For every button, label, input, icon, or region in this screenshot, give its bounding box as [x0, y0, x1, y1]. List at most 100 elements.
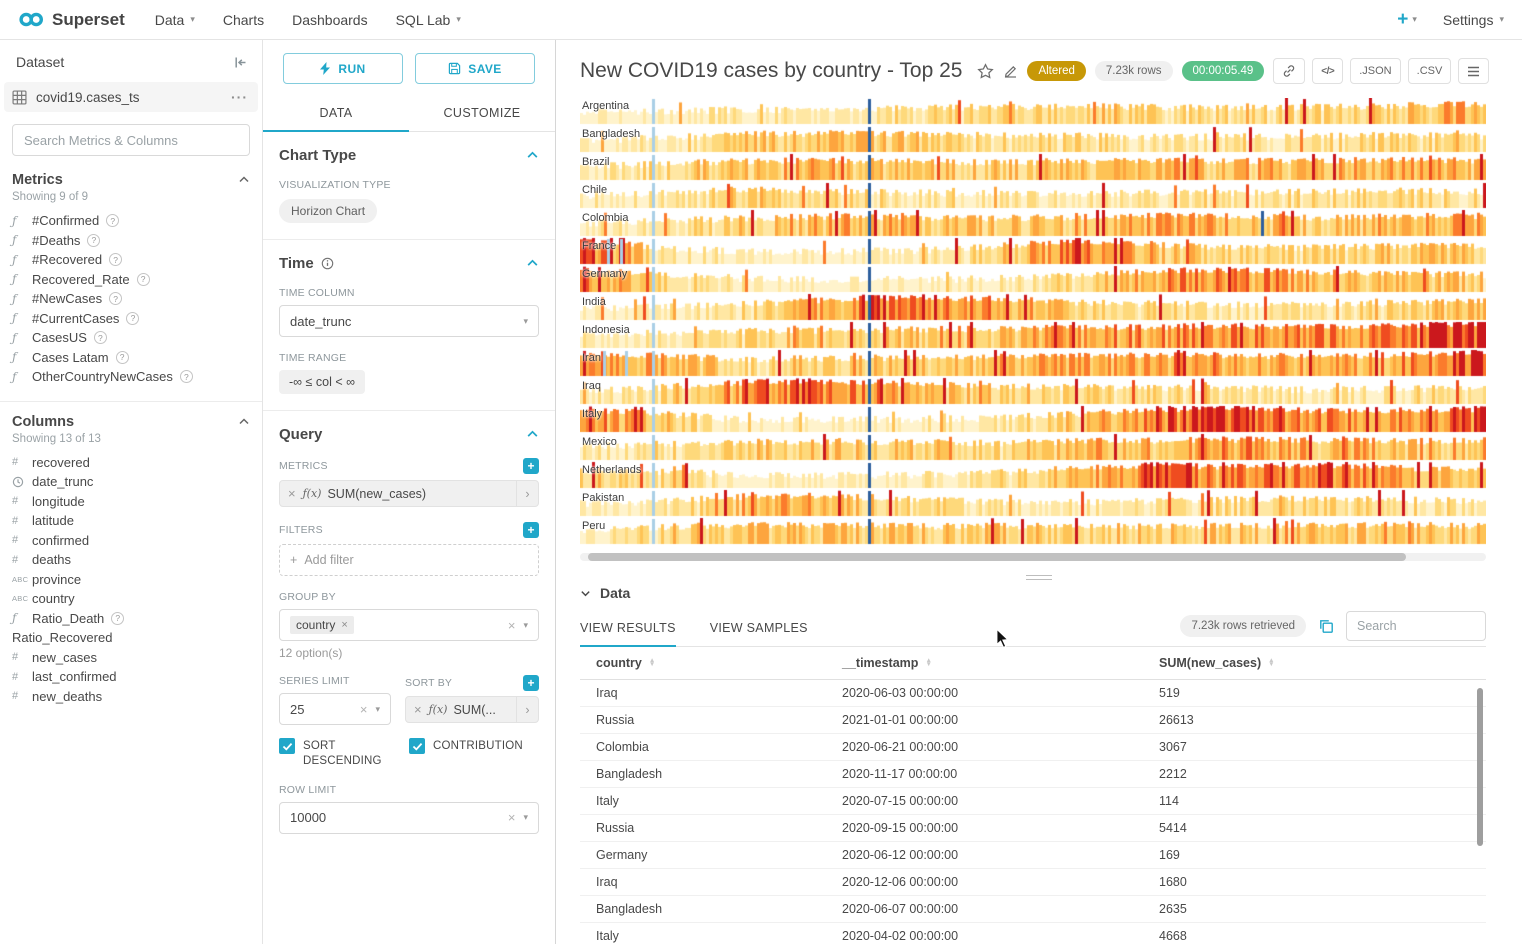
column-item[interactable]: ABCprovince — [12, 570, 250, 590]
column-item[interactable]: #new_cases — [12, 648, 250, 668]
sort-descending-checkbox[interactable]: SORT DESCENDING — [279, 737, 409, 769]
run-button[interactable]: RUN — [283, 53, 403, 84]
info-icon[interactable] — [321, 257, 334, 270]
clear-select-icon[interactable]: × — [508, 810, 516, 825]
metric-item[interactable]: ƒ#Deaths? — [12, 231, 250, 251]
horizon-chart-canvas[interactable] — [580, 98, 1486, 546]
column-header-sum-new-cases[interactable]: SUM(new_cases) ▲▼ — [1143, 647, 1486, 679]
scrollbar-thumb[interactable] — [588, 553, 1406, 561]
metric-item[interactable]: ƒCases Latam? — [12, 348, 250, 368]
chart-menu-button[interactable] — [1458, 58, 1489, 84]
help-icon[interactable]: ? — [109, 292, 122, 305]
tab-view-results[interactable]: VIEW RESULTS — [580, 621, 676, 646]
metric-item[interactable]: ƒ#NewCases? — [12, 289, 250, 309]
metric-item[interactable]: ƒ#Recovered? — [12, 250, 250, 270]
tab-customize[interactable]: CUSTOMIZE — [409, 96, 555, 131]
help-icon[interactable]: ? — [87, 234, 100, 247]
settings-menu[interactable]: Settings ▾ — [1443, 12, 1504, 28]
remove-chip-icon[interactable]: × — [341, 619, 347, 631]
copy-link-button[interactable] — [1273, 58, 1305, 84]
chevron-up-icon[interactable] — [526, 149, 539, 162]
edit-properties-icon[interactable] — [1003, 64, 1018, 79]
add-filter-dropzone[interactable]: + Add filter — [279, 544, 539, 576]
tab-data[interactable]: DATA — [263, 96, 409, 131]
nav-item-charts[interactable]: Charts — [223, 12, 264, 28]
clear-select-icon[interactable]: × — [508, 618, 516, 633]
table-search-input[interactable] — [1346, 611, 1486, 641]
remove-metric-icon[interactable]: × — [414, 702, 422, 717]
chevron-up-icon[interactable] — [238, 416, 250, 428]
group-by-chip-country[interactable]: country × — [290, 616, 354, 634]
help-icon[interactable]: ? — [106, 214, 119, 227]
add-sort-by-button[interactable]: + — [523, 675, 539, 691]
sort-by-chip[interactable]: × ƒ(x) SUM(... › — [405, 696, 539, 723]
column-item[interactable]: Ratio_Recovered — [12, 628, 250, 648]
add-filter-plus-button[interactable]: + — [523, 522, 539, 538]
column-item[interactable]: #last_confirmed — [12, 667, 250, 687]
nav-item-dashboards[interactable]: Dashboards — [292, 12, 368, 28]
metric-item[interactable]: ƒRecovered_Rate? — [12, 270, 250, 290]
clear-select-icon[interactable]: × — [360, 702, 368, 717]
help-icon[interactable]: ? — [126, 312, 139, 325]
export-json-button[interactable]: .JSON — [1350, 58, 1400, 84]
group-by-select[interactable]: country × × ▾ — [279, 609, 539, 641]
column-item[interactable]: ABCcountry — [12, 589, 250, 609]
expand-metric-icon[interactable]: › — [516, 481, 538, 506]
metric-item[interactable]: ƒ#Confirmed? — [12, 211, 250, 231]
column-header-country[interactable]: country ▲▼ — [580, 647, 826, 679]
column-item[interactable]: date_trunc — [12, 472, 250, 492]
chevron-up-icon[interactable] — [526, 257, 539, 270]
column-item[interactable]: #confirmed — [12, 531, 250, 551]
column-item[interactable]: #latitude — [12, 511, 250, 531]
help-icon[interactable]: ? — [137, 273, 150, 286]
help-icon[interactable]: ? — [109, 253, 122, 266]
metric-item[interactable]: ƒ#CurrentCases? — [12, 309, 250, 329]
metric-chip-sum-new-cases[interactable]: × ƒ(x) SUM(new_cases) › — [279, 480, 539, 507]
metric-item[interactable]: ƒCasesUS? — [12, 328, 250, 348]
add-metric-button[interactable]: + — [523, 458, 539, 474]
data-panel-toggle[interactable]: Data — [580, 585, 1486, 601]
help-icon[interactable]: ? — [111, 612, 124, 625]
panel-resize-handle[interactable] — [1026, 572, 1052, 583]
column-item[interactable]: ƒRatio_Death? — [12, 609, 250, 629]
collapse-panel-icon[interactable] — [233, 55, 248, 70]
dataset-more-menu[interactable]: ··· — [231, 89, 248, 105]
superset-logo[interactable]: Superset — [18, 10, 125, 30]
remove-metric-icon[interactable]: × — [288, 486, 296, 501]
nav-item-sql-lab[interactable]: SQL Lab▾ — [396, 12, 461, 28]
embed-code-button[interactable]: </> — [1312, 58, 1343, 84]
column-header-timestamp[interactable]: __timestamp ▲▼ — [826, 647, 1143, 679]
table-cell: Colombia — [580, 734, 826, 760]
chart-horizontal-scrollbar[interactable] — [580, 553, 1486, 561]
horizon-chart[interactable]: ArgentinaBangladeshBrazilChileColombiaFr… — [580, 98, 1486, 546]
column-item[interactable]: #recovered — [12, 453, 250, 473]
table-cell: 2020-06-03 00:00:00 — [826, 680, 1143, 706]
column-item[interactable]: #deaths — [12, 550, 250, 570]
contribution-checkbox[interactable]: CONTRIBUTION — [409, 737, 539, 769]
search-metrics-columns-input[interactable] — [12, 124, 250, 156]
help-icon[interactable]: ? — [94, 331, 107, 344]
series-limit-select[interactable]: 25 × ▾ — [279, 693, 391, 725]
expand-metric-icon[interactable]: › — [516, 697, 538, 722]
row-limit-select[interactable]: 10000 × ▾ — [279, 802, 539, 834]
favorite-star-icon[interactable] — [977, 63, 994, 80]
copy-to-clipboard-button[interactable] — [1318, 618, 1334, 634]
time-range-pill[interactable]: -∞ ≤ col < ∞ — [279, 370, 365, 394]
chevron-up-icon[interactable] — [238, 174, 250, 186]
dataset-selector[interactable]: covid19.cases_ts ··· — [4, 82, 258, 112]
chevron-up-icon[interactable] — [526, 428, 539, 441]
column-item[interactable]: #longitude — [12, 492, 250, 512]
viz-type-pill[interactable]: Horizon Chart — [279, 199, 377, 223]
column-item[interactable]: #new_deaths — [12, 687, 250, 707]
tab-view-samples[interactable]: VIEW SAMPLES — [710, 621, 808, 646]
export-csv-button[interactable]: .CSV — [1408, 58, 1452, 84]
new-item-button[interactable]: + ▾ — [1397, 9, 1417, 31]
time-column-select[interactable]: date_trunc ▾ — [279, 305, 539, 337]
metric-item[interactable]: ƒOtherCountryNewCases? — [12, 367, 250, 387]
table-cell: Bangladesh — [580, 761, 826, 787]
save-button[interactable]: SAVE — [415, 53, 535, 84]
table-vertical-scrollbar[interactable] — [1477, 688, 1483, 846]
help-icon[interactable]: ? — [116, 351, 129, 364]
nav-item-data[interactable]: Data▾ — [155, 12, 195, 28]
help-icon[interactable]: ? — [180, 370, 193, 383]
